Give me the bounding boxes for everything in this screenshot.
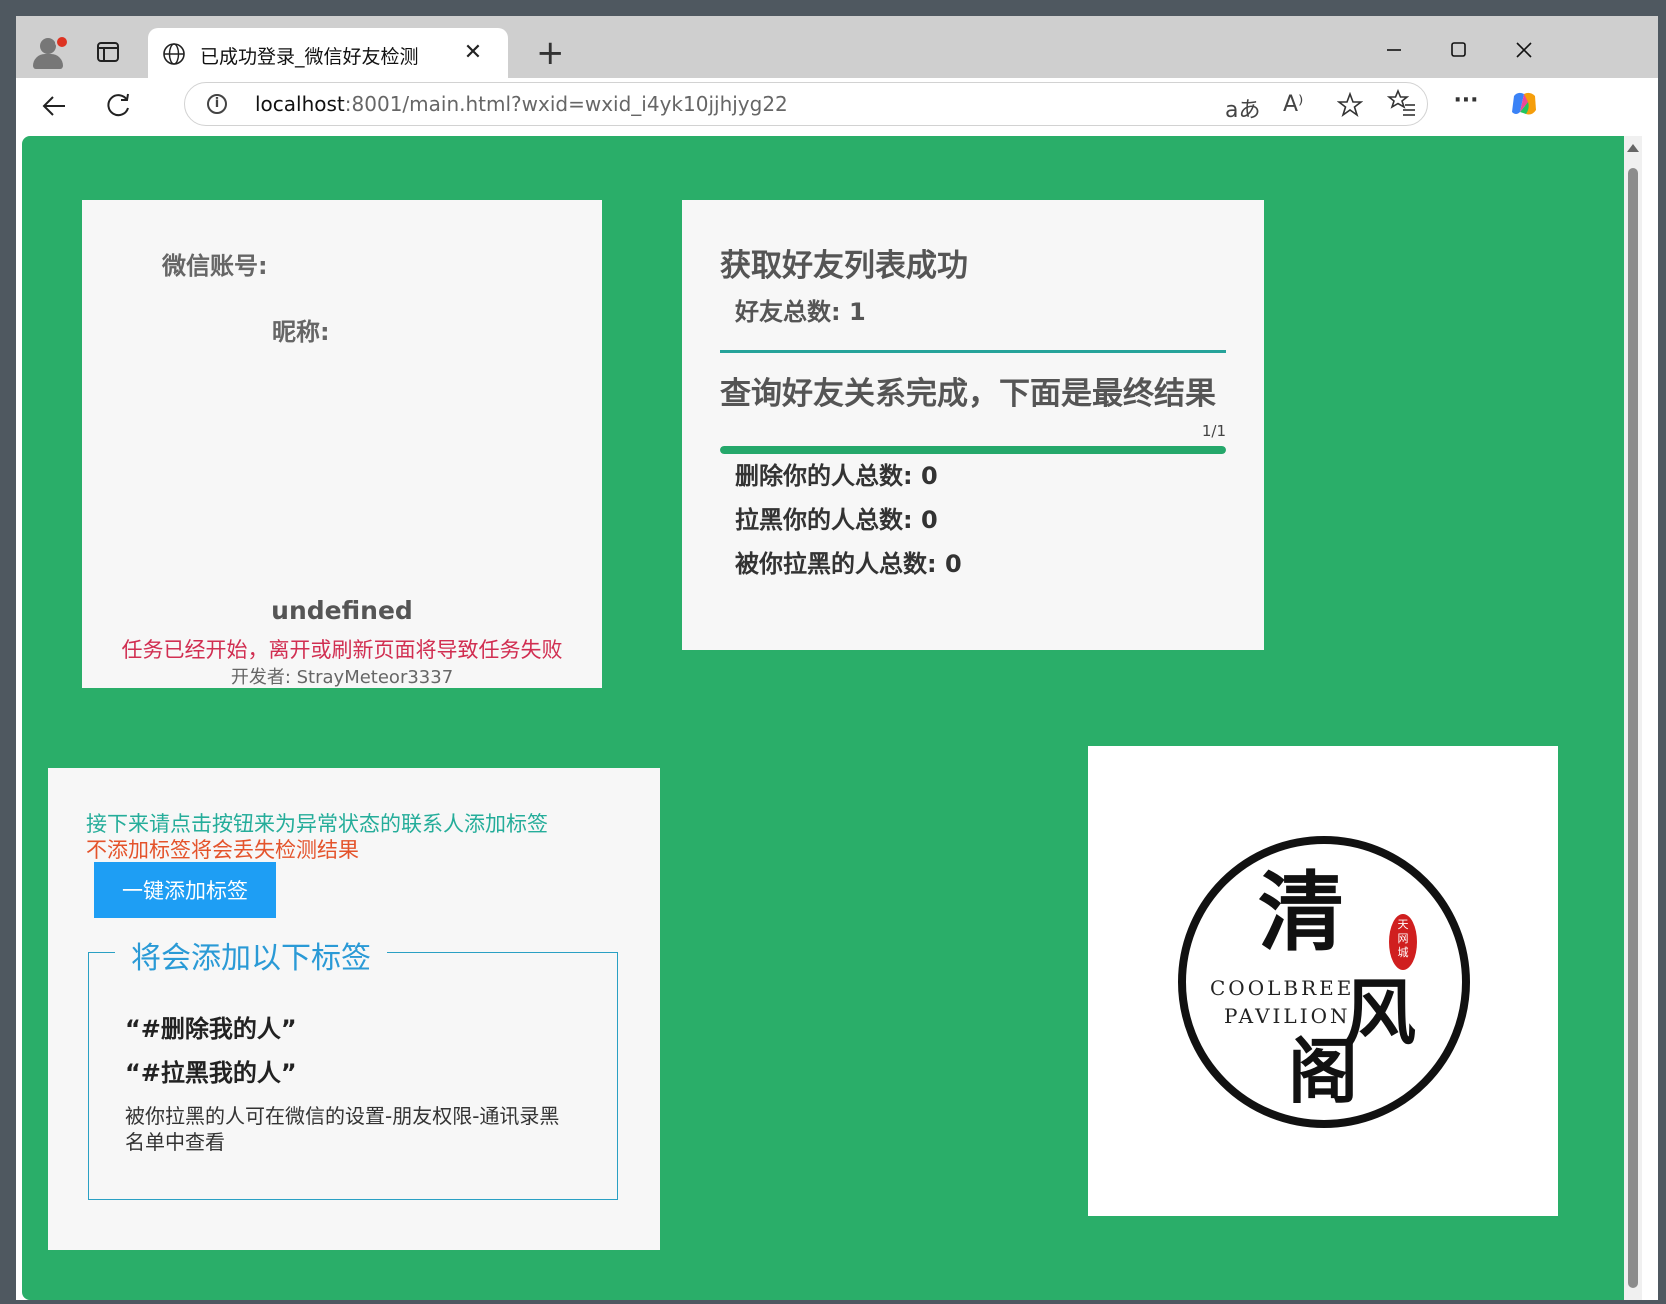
tab-title: 已成功登录_微信好友检测: [200, 46, 419, 68]
friend-total: 好友总数: 1: [735, 298, 866, 326]
blocked-total: 拉黑你的人总数: 0: [735, 506, 938, 534]
close-icon[interactable]: ✕: [460, 40, 486, 66]
tag-blocked-me: “#拉黑我的人”: [125, 1059, 297, 1087]
translate-icon[interactable]: aあ: [1225, 92, 1260, 124]
account-card: 微信账号: 昵称: undefined 任务已经开始，离开或刷新页面将导致任务失…: [82, 200, 602, 688]
browser-toolbar: i localhost:8001/main.html?wxid=wxid_i4y…: [16, 78, 1658, 130]
result-card: 获取好友列表成功 好友总数: 1 查询好友关系完成，下面是最终结果 1/1 删除…: [682, 200, 1264, 650]
minimize-icon[interactable]: [1372, 34, 1416, 66]
progress-bar: [720, 446, 1226, 454]
scroll-up-arrow[interactable]: [1627, 144, 1639, 152]
logo-en-line2: PAVILION: [1224, 1004, 1351, 1028]
add-tags-button[interactable]: 一键添加标签: [94, 862, 276, 918]
result-heading: 查询好友关系完成，下面是最终结果: [720, 376, 1216, 412]
blocked-note: 被你拉黑的人可在微信的设置-朋友权限-通讯录黑名单中查看: [125, 1104, 560, 1154]
blocked-by-you-total: 被你拉黑的人总数: 0: [735, 550, 962, 578]
progress-fill: [720, 446, 1226, 454]
window-close-icon[interactable]: [1502, 34, 1546, 66]
plus-icon[interactable]: +: [536, 36, 565, 70]
profile-icon[interactable]: [28, 32, 69, 72]
scrollbar[interactable]: [1624, 136, 1642, 1300]
maximize-icon[interactable]: [1436, 34, 1480, 66]
refresh-icon[interactable]: [98, 86, 138, 126]
scrollbar-thumb[interactable]: [1628, 168, 1638, 1288]
tags-fieldset: 将会添加以下标签 “#删除我的人” “#拉黑我的人” 被你拉黑的人可在微信的设置…: [88, 933, 618, 1200]
tag-card: 接下来请点击按钮来为异常状态的联系人添加标签 不添加标签将会丢失检测结果 一键添…: [48, 768, 660, 1250]
watermark-logo: 清 风 阁 COOLBREE PAVILION 天网城: [1088, 746, 1558, 1216]
task-warning: 任务已经开始，离开或刷新页面将导致任务失败: [121, 638, 563, 662]
url-text[interactable]: localhost:8001/main.html?wxid=wxid_i4yk1…: [255, 92, 788, 116]
logo-en-line1: COOLBREE: [1210, 976, 1355, 1000]
tab-strip: 已成功登录_微信好友检测 ✕ +: [16, 16, 1658, 78]
favorites-icon[interactable]: [1384, 88, 1420, 124]
read-aloud-icon[interactable]: A⁾: [1283, 92, 1303, 117]
nickname-label: 昵称:: [272, 318, 330, 346]
progress-text: 1/1: [1201, 422, 1226, 440]
nickname-value: undefined: [271, 596, 413, 625]
friend-list-heading: 获取好友列表成功: [720, 248, 968, 284]
tag-deleted-me: “#删除我的人”: [125, 1015, 297, 1043]
tabs-icon[interactable]: [94, 38, 122, 66]
info-icon[interactable]: i: [207, 94, 227, 114]
wechat-id-label: 微信账号:: [162, 252, 268, 280]
copilot-icon[interactable]: [1506, 88, 1542, 126]
deleted-total: 删除你的人总数: 0: [735, 462, 938, 490]
developer-credit: 开发者: StrayMeteor3337: [230, 667, 454, 688]
logo-seal: 天网城: [1397, 918, 1409, 959]
logo-char-3: 阁: [1288, 1030, 1358, 1113]
divider: [720, 350, 1226, 353]
tags-legend: 将会添加以下标签: [115, 933, 387, 977]
address-bar[interactable]: i localhost:8001/main.html?wxid=wxid_i4y…: [184, 82, 1428, 126]
back-icon[interactable]: [34, 86, 74, 126]
tag-warning: 不添加标签将会丢失检测结果: [86, 838, 359, 862]
star-icon[interactable]: [1336, 91, 1364, 124]
active-tab[interactable]: 已成功登录_微信好友检测 ✕: [148, 28, 508, 78]
logo-char-1: 清: [1258, 862, 1344, 963]
more-icon[interactable]: ···: [1448, 88, 1484, 113]
globe-icon: [162, 42, 186, 70]
